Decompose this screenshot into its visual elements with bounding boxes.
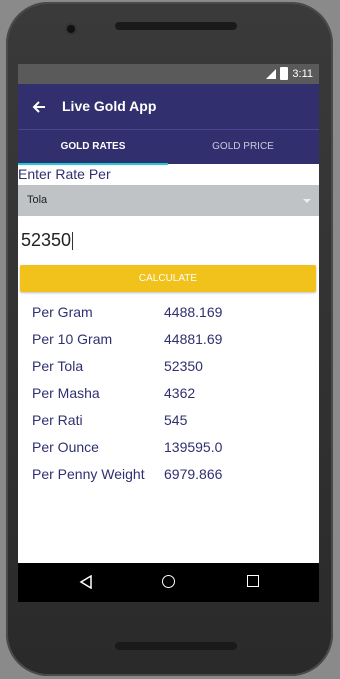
result-row: Per 10 Gram 44881.69 bbox=[32, 331, 312, 358]
status-icons: 3:11 bbox=[266, 67, 313, 80]
unit-dropdown[interactable]: Tola bbox=[18, 185, 319, 216]
signal-icon bbox=[266, 68, 277, 79]
result-label: Per Gram bbox=[32, 304, 93, 320]
text-caret bbox=[72, 232, 74, 251]
android-nav-bar bbox=[18, 563, 319, 602]
calculate-button[interactable]: CALCULATE bbox=[20, 265, 316, 292]
speaker-top bbox=[115, 22, 237, 30]
result-value: 52350 bbox=[164, 358, 203, 374]
result-value: 4488.169 bbox=[164, 304, 223, 320]
result-value: 545 bbox=[164, 412, 188, 428]
result-label: Per Masha bbox=[32, 385, 100, 401]
rate-input-value: 52350 bbox=[21, 230, 72, 250]
nav-back-icon[interactable] bbox=[79, 575, 93, 589]
dropdown-arrow-icon bbox=[303, 199, 311, 203]
tab-gold-price[interactable]: GOLD PRICE bbox=[168, 130, 318, 164]
app-title: Live Gold App bbox=[62, 98, 157, 114]
back-arrow-icon[interactable] bbox=[29, 97, 49, 117]
result-value: 139595.0 bbox=[164, 439, 223, 455]
tab-bar: GOLD RATES GOLD PRICE bbox=[18, 129, 319, 165]
status-time: 3:11 bbox=[292, 67, 313, 80]
rate-input[interactable]: 52350 bbox=[21, 230, 311, 252]
result-row: Per Tola 52350 bbox=[32, 358, 312, 385]
result-row: Per Masha 4362 bbox=[32, 385, 312, 412]
result-row: Per Rati 545 bbox=[32, 412, 312, 439]
result-row: Per Penny Weight 6979.866 bbox=[32, 466, 312, 493]
result-label: Per Penny Weight bbox=[32, 466, 145, 482]
result-label: Per 10 Gram bbox=[32, 331, 113, 347]
app-bar: Live Gold App bbox=[18, 84, 319, 129]
nav-recents-icon[interactable] bbox=[247, 575, 259, 587]
result-value: 4362 bbox=[164, 385, 196, 401]
result-value: 6979.866 bbox=[164, 466, 223, 482]
result-label: Per Tola bbox=[32, 358, 84, 374]
app-screen: 3:11 Live Gold App GOLD RATES GOLD PRICE… bbox=[18, 64, 319, 602]
result-label: Per Rati bbox=[32, 412, 83, 428]
status-bar: 3:11 bbox=[18, 64, 319, 84]
tab-indicator bbox=[18, 163, 168, 165]
battery-icon bbox=[280, 67, 289, 80]
unit-selected: Tola bbox=[27, 194, 48, 206]
nav-home-icon[interactable] bbox=[162, 575, 175, 588]
tab-gold-rates[interactable]: GOLD RATES bbox=[18, 130, 168, 164]
result-row: Per Gram 4488.169 bbox=[32, 304, 312, 331]
results-list: Per Gram 4488.169 Per 10 Gram 44881.69 P… bbox=[32, 304, 312, 493]
rate-label: Enter Rate Per bbox=[18, 166, 111, 182]
speaker-bottom bbox=[115, 642, 237, 650]
camera bbox=[67, 25, 75, 33]
result-label: Per Ounce bbox=[32, 439, 99, 455]
result-value: 44881.69 bbox=[164, 331, 223, 347]
result-row: Per Ounce 139595.0 bbox=[32, 439, 312, 466]
